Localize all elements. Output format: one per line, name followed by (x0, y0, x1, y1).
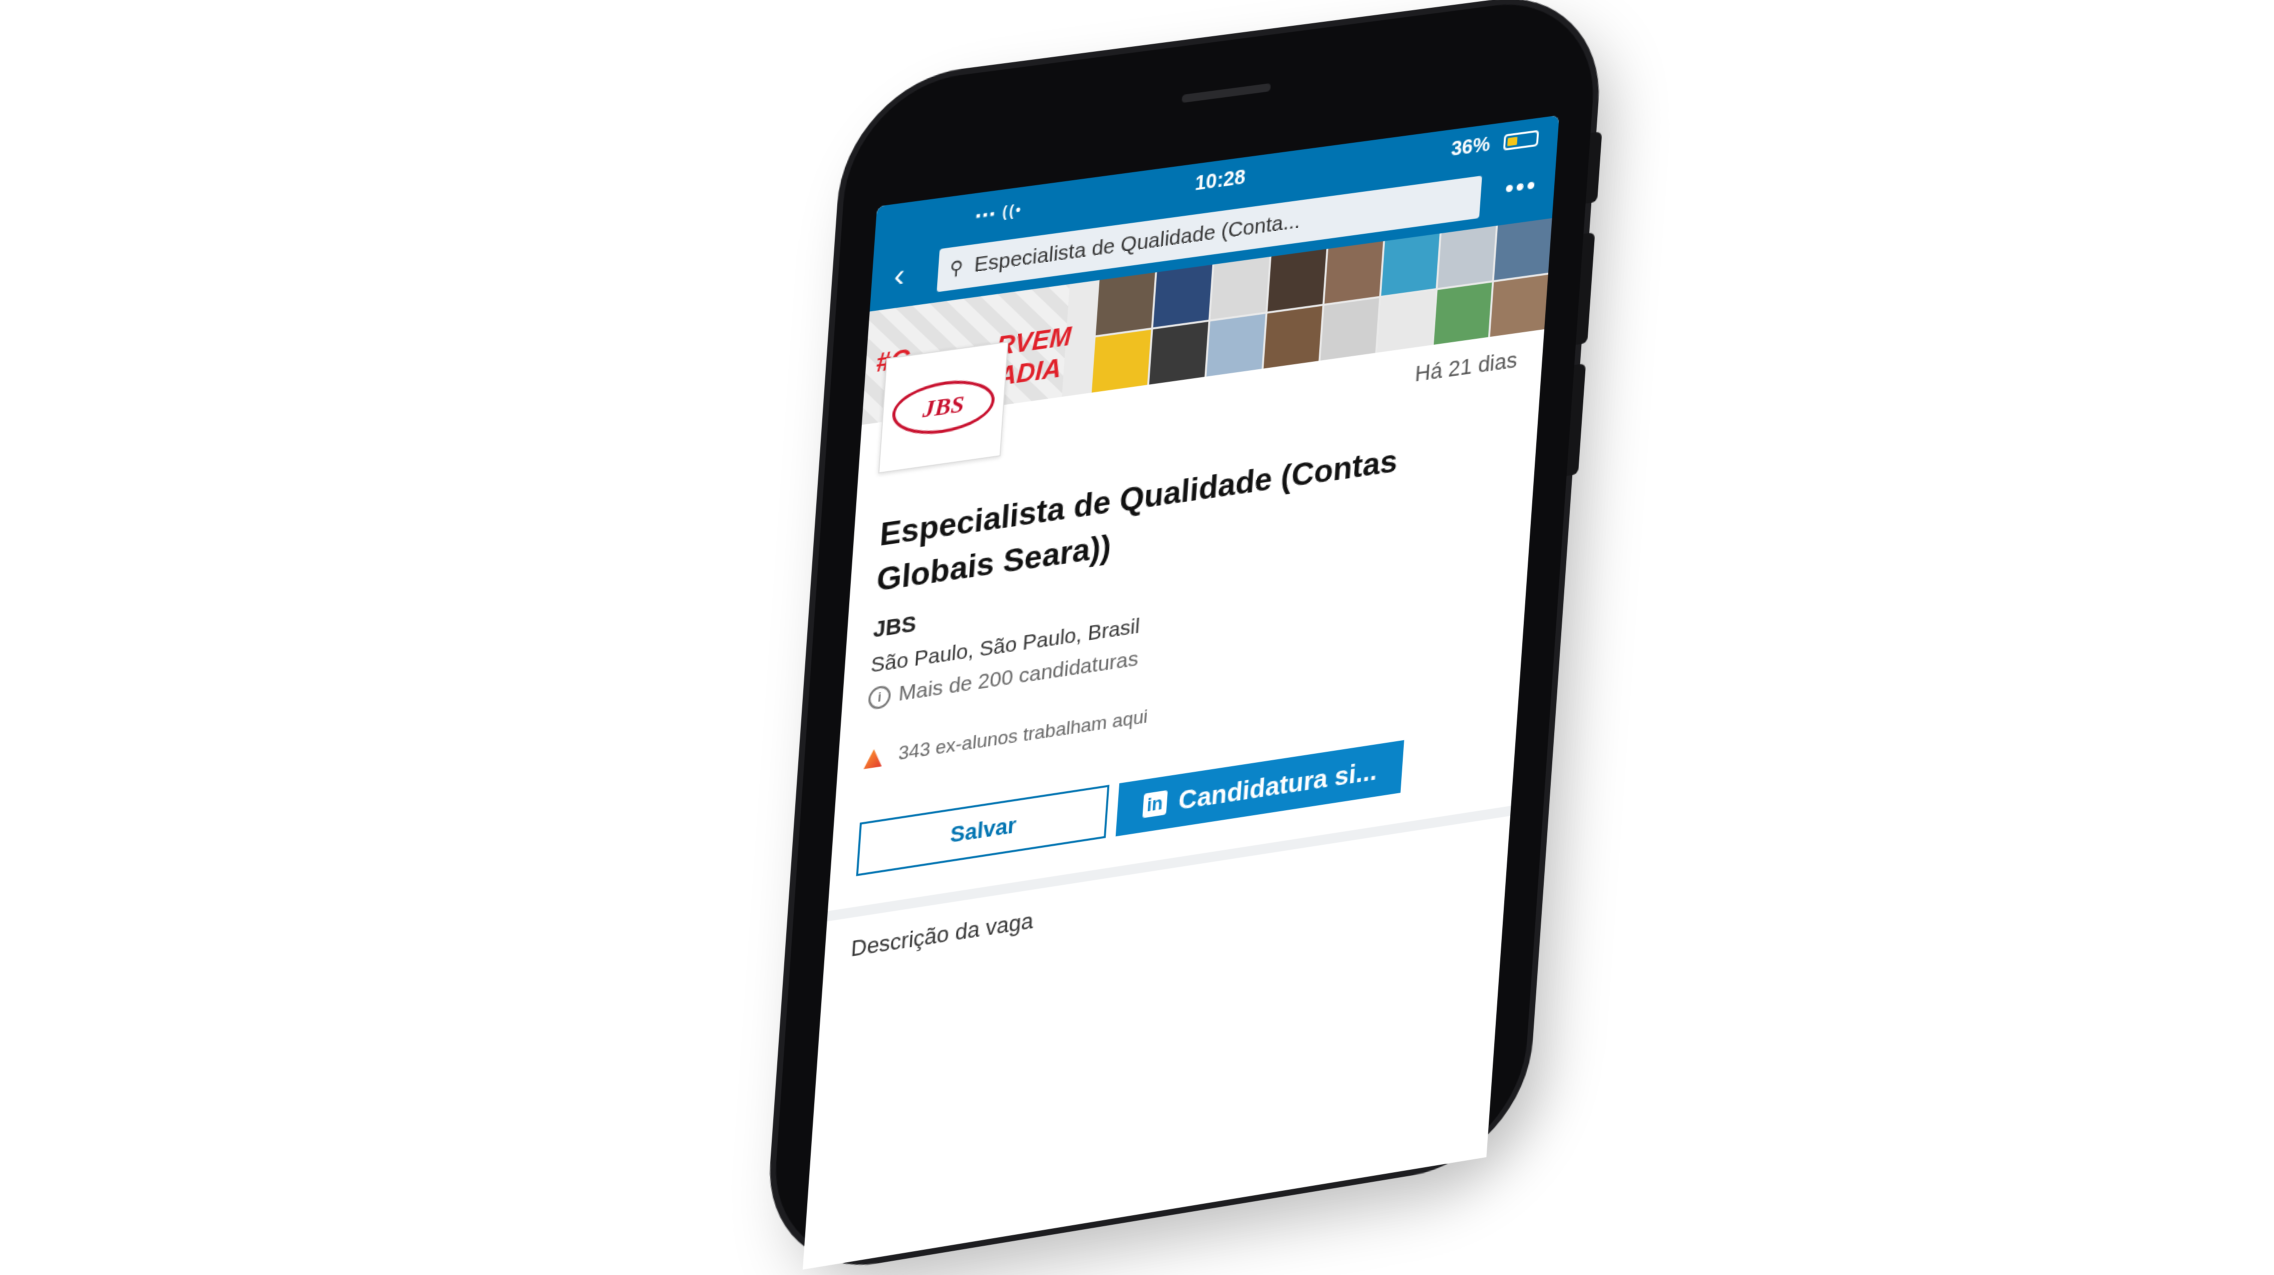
side-button (1566, 363, 1586, 476)
school-icon (864, 748, 883, 769)
save-button[interactable]: Salvar (856, 784, 1110, 877)
more-icon[interactable]: ••• (1504, 169, 1538, 204)
search-icon: ⚲ (948, 256, 964, 279)
employee-photo (1153, 264, 1213, 328)
employee-photo (1206, 313, 1266, 377)
employee-photo (1320, 298, 1380, 361)
employee-photo (1381, 233, 1440, 296)
employee-photo (1324, 241, 1384, 304)
employee-photo (1091, 329, 1152, 393)
employee-photo (1377, 290, 1436, 353)
side-button (1575, 232, 1596, 345)
screen: ▪▪▪ ((• 10:28 36% ‹ ⚲ Especialista de Qu… (802, 115, 1560, 1270)
apply-button[interactable]: in Candidatura si... (1115, 740, 1405, 837)
posted-date: Há 21 dias (1414, 346, 1519, 387)
employee-photo (1267, 249, 1327, 312)
info-icon: i (867, 684, 892, 711)
employee-photo (1494, 218, 1553, 281)
job-details: Especialista de Qualidade (Contas Globai… (827, 422, 1513, 963)
linkedin-icon: in (1142, 790, 1168, 819)
side-button (1585, 131, 1603, 204)
apply-label: Candidatura si... (1177, 754, 1379, 816)
employee-photo (1490, 274, 1549, 337)
employee-photo (1263, 305, 1323, 369)
employee-photo (1149, 321, 1209, 385)
company-logo[interactable]: JBS (878, 341, 1009, 474)
back-icon[interactable]: ‹ (893, 256, 906, 295)
jbs-logo: JBS (890, 374, 997, 441)
alumni-text: 343 ex-alunos trabalham aqui (897, 706, 1149, 766)
phone-frame: ▪▪▪ ((• 10:28 36% ‹ ⚲ Especialista de Qu… (768, 0, 1603, 1275)
employee-photo (1210, 256, 1270, 320)
employee-photo (1437, 225, 1496, 288)
employee-photo (1433, 282, 1492, 345)
speaker (1181, 83, 1271, 103)
battery-percent: 36% (1450, 133, 1491, 161)
employee-photo (1095, 272, 1156, 336)
